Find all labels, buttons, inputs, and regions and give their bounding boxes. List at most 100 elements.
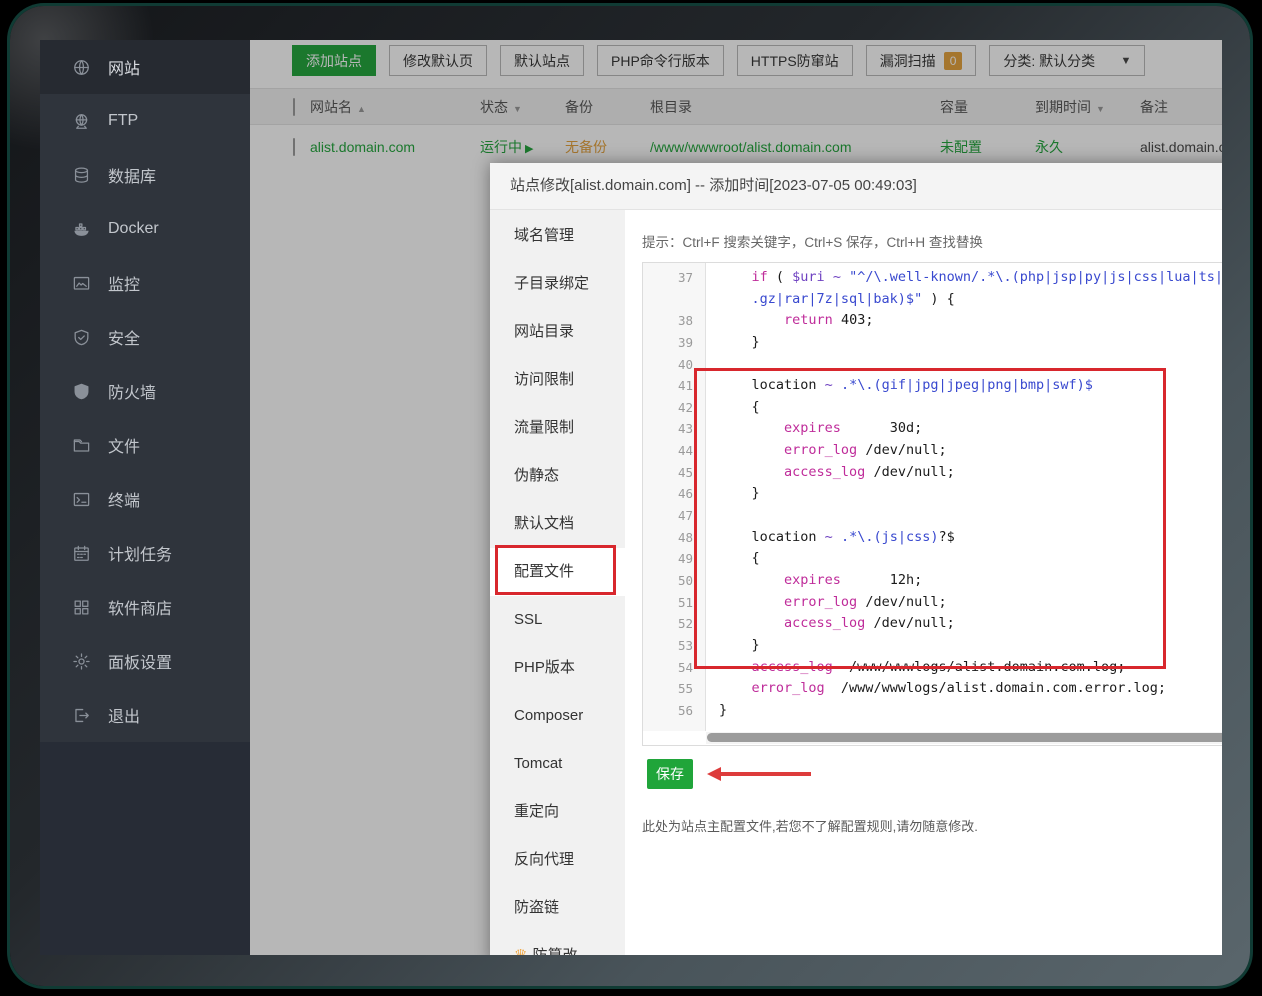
- code-line[interactable]: 37 if ( $uri ~ "^/\.well-known/.*\.(php|…: [643, 267, 1222, 289]
- code-token: }: [719, 485, 760, 501]
- modal-tab-label: 子目录绑定: [514, 275, 589, 292]
- modal-tab-anti-leech[interactable]: 防盗链: [490, 884, 625, 932]
- sidebar-item-monitor[interactable]: 监控: [40, 256, 250, 310]
- code-token: location: [719, 529, 825, 545]
- modal-tab-site-dir[interactable]: 网站目录: [490, 308, 625, 356]
- code-line[interactable]: 51 error_log /dev/null;: [643, 592, 1222, 614]
- sidebar-item-app-store[interactable]: 软件商店: [40, 580, 250, 634]
- config-code-editor[interactable]: 37 if ( $uri ~ "^/\.well-known/.*\.(php|…: [642, 262, 1222, 746]
- save-button[interactable]: 保存: [647, 759, 693, 789]
- sidebar-item-firewall[interactable]: 防火墙: [40, 364, 250, 418]
- modal-tab-tomcat[interactable]: Tomcat: [490, 740, 625, 788]
- modal-tab-subdir-bind[interactable]: 子目录绑定: [490, 260, 625, 308]
- code-token: [719, 615, 784, 631]
- code-line[interactable]: 40: [643, 354, 1222, 376]
- sidebar-item-panel-settings[interactable]: 面板设置: [40, 634, 250, 688]
- line-number: 37: [643, 267, 705, 289]
- line-number: 47: [643, 505, 705, 527]
- modal-tab-reverse-proxy[interactable]: 反向代理: [490, 836, 625, 884]
- save-row: 保存: [642, 759, 1222, 789]
- sidebar-item-logout[interactable]: 退出: [40, 688, 250, 742]
- line-number: 53: [643, 635, 705, 657]
- code-token: [719, 269, 752, 285]
- sidebar-item-files[interactable]: 文件: [40, 418, 250, 472]
- modal-tab-traffic-limit[interactable]: 流量限制: [490, 404, 625, 452]
- line-number: 56: [643, 700, 705, 722]
- code-line[interactable]: 54 access_log /www/wwwlogs/alist.domain.…: [643, 657, 1222, 679]
- modal-tab-tamper-proof[interactable]: ♛防篡改: [490, 932, 625, 955]
- line-content: }: [705, 332, 760, 354]
- sidebar-item-label: FTP: [108, 112, 138, 130]
- line-number: 55: [643, 678, 705, 700]
- code-token: [833, 377, 841, 393]
- code-line[interactable]: 45 access_log /dev/null;: [643, 462, 1222, 484]
- modal-tab-default-doc[interactable]: 默认文档: [490, 500, 625, 548]
- code-token: ~: [825, 529, 833, 545]
- modal-tab-label: 域名管理: [514, 227, 574, 244]
- code-token: /www/wwwlogs/alist.domain.com.error.log;: [825, 680, 1166, 696]
- modal-tab-composer[interactable]: Composer: [490, 692, 625, 740]
- modal-tab-url-rewrite[interactable]: 伪静态: [490, 452, 625, 500]
- shield-filled-icon: [71, 381, 91, 401]
- code-line[interactable]: 38 return 403;: [643, 310, 1222, 332]
- modal-tab-ssl[interactable]: SSL: [490, 596, 625, 644]
- code-line[interactable]: 53 }: [643, 635, 1222, 657]
- line-content: error_log /dev/null;: [705, 440, 947, 462]
- modal-tab-label: PHP版本: [514, 659, 575, 676]
- sidebar-menu: 网站 FTP 数据库Docker监控安全防火墙文件终端计划任务软件商店面板设置退出: [40, 40, 250, 742]
- modal-tab-domain-manage[interactable]: 域名管理: [490, 212, 625, 260]
- code-line[interactable]: 39 }: [643, 332, 1222, 354]
- code-token: error_log: [752, 680, 825, 696]
- code-token: 12h;: [841, 572, 922, 588]
- line-number: 40: [643, 354, 705, 376]
- sidebar-item-ftp[interactable]: FTP: [40, 94, 250, 148]
- code-line[interactable]: 52 access_log /dev/null;: [643, 613, 1222, 635]
- code-line[interactable]: .gz|rar|7z|sql|bak)$" ) {: [643, 289, 1222, 311]
- code-token: [719, 442, 784, 458]
- sidebar-item-cron[interactable]: 计划任务: [40, 526, 250, 580]
- sidebar-item-label: 计划任务: [108, 541, 172, 565]
- modal-tab-label: Composer: [514, 707, 583, 724]
- sidebar-item-terminal[interactable]: 终端: [40, 472, 250, 526]
- code-line[interactable]: 47: [643, 505, 1222, 527]
- annotation-arrow: [707, 767, 811, 781]
- code-line[interactable]: 44 error_log /dev/null;: [643, 440, 1222, 462]
- code-line[interactable]: 48 location ~ .*\.(js|css)?$: [643, 527, 1222, 549]
- code-token: {: [719, 399, 760, 415]
- terminal-icon: [71, 489, 91, 509]
- code-line[interactable]: 42 {: [643, 397, 1222, 419]
- site-edit-modal: 站点修改[alist.domain.com] -- 添加时间[2023-07-0…: [490, 163, 1222, 955]
- code-token: .gz|rar|7z|sql|bak)$": [719, 291, 922, 307]
- main-content: 添加站点修改默认页默认站点PHP命令行版本HTTPS防窜站漏洞扫描0分类: 默认…: [250, 40, 1222, 955]
- code-line[interactable]: 43 expires 30d;: [643, 418, 1222, 440]
- editor-hscrollbar[interactable]: [706, 732, 1222, 744]
- modal-tab-config-file[interactable]: 配置文件: [490, 548, 625, 596]
- code-line[interactable]: 49 {: [643, 548, 1222, 570]
- line-content: location ~ .*\.(gif|jpg|jpeg|png|bmp|swf…: [705, 375, 1093, 397]
- modal-tab-redirect[interactable]: 重定向: [490, 788, 625, 836]
- code-line[interactable]: 55 error_log /www/wwwlogs/alist.domain.c…: [643, 678, 1222, 700]
- calendar-icon: [71, 543, 91, 563]
- database-icon: [71, 165, 91, 185]
- code-token: [833, 529, 841, 545]
- code-line[interactable]: 50 expires 12h;: [643, 570, 1222, 592]
- code-token: /www/wwwlogs/alist.domain.com.log;: [833, 659, 1126, 675]
- code-token: [719, 680, 752, 696]
- line-content: expires 12h;: [705, 570, 922, 592]
- modal-tab-label: 反向代理: [514, 851, 574, 868]
- sidebar-item-docker[interactable]: Docker: [40, 202, 250, 256]
- code-token: 30d;: [841, 420, 922, 436]
- code-line[interactable]: 41 location ~ .*\.(gif|jpg|jpeg|png|bmp|…: [643, 375, 1222, 397]
- code-token: /dev/null;: [857, 594, 946, 610]
- hscroll-thumb[interactable]: [707, 733, 1222, 742]
- sidebar-item-security[interactable]: 安全: [40, 310, 250, 364]
- sidebar-item-website[interactable]: 网站: [40, 40, 250, 94]
- sidebar-item-database[interactable]: 数据库: [40, 148, 250, 202]
- code-line[interactable]: 56}: [643, 700, 1222, 722]
- modal-tab-access-limit[interactable]: 访问限制: [490, 356, 625, 404]
- modal-tab-php-version[interactable]: PHP版本: [490, 644, 625, 692]
- sidebar: 网站 FTP 数据库Docker监控安全防火墙文件终端计划任务软件商店面板设置退出: [40, 40, 250, 955]
- code-line[interactable]: 46 }: [643, 483, 1222, 505]
- code-token: $uri: [792, 269, 825, 285]
- sidebar-item-label: 面板设置: [108, 649, 172, 673]
